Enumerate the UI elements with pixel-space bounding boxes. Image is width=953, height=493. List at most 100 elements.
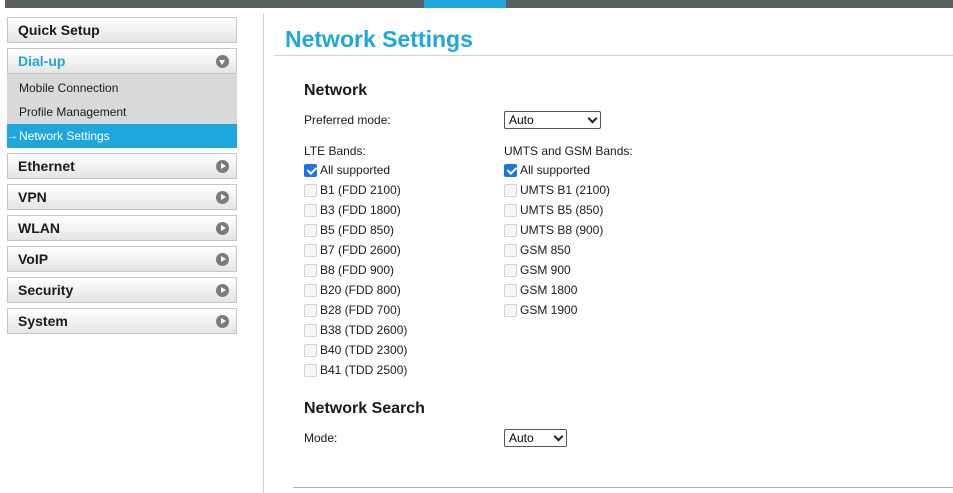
top-bar [0,0,953,8]
checkbox[interactable] [304,223,317,237]
search-mode-select[interactable]: Auto [504,429,567,447]
lte-band-b20: B20 (FDD 800) [304,280,407,300]
umts-band-b5: UMTS B5 (850) [504,200,610,220]
sidebar-item-label: Security [18,282,74,298]
sidebar-divider [263,13,264,493]
chevron-down-icon [216,54,229,68]
umts-gsm-bands-label: UMTS and GSM Bands: [504,144,633,158]
band-label: All supported [320,163,391,177]
band-label: All supported [520,163,591,177]
sidebar-item-wlan[interactable]: WLAN [7,215,237,241]
checkbox[interactable] [304,363,317,377]
checkbox[interactable] [304,323,317,337]
top-bar-gap [0,0,5,8]
checkbox[interactable] [304,283,317,297]
gsm-band-850: GSM 850 [504,240,610,260]
search-mode-value: Auto [509,431,534,445]
section-title-network: Network [304,82,368,99]
sidebar: Quick Setup Dial-up Mobile Connection Pr… [7,17,237,339]
sidebar-item-quick-setup[interactable]: Quick Setup [7,17,237,43]
checkbox[interactable] [304,343,317,357]
band-label: B20 (FDD 800) [320,283,401,297]
band-label: B8 (FDD 900) [320,263,395,277]
sidebar-item-vpn[interactable]: VPN [7,184,237,210]
band-label: B3 (FDD 1800) [320,203,401,217]
checkbox[interactable] [504,303,517,317]
chevron-right-icon [216,314,229,328]
sidebar-item-label: VPN [18,189,47,205]
sidebar-item-label: Quick Setup [18,22,100,38]
lte-band-b41: B41 (TDD 2500) [304,360,407,380]
sidebar-item-security[interactable]: Security [7,277,237,303]
sidebar-item-label: VoIP [18,251,49,267]
submenu-item-label: Profile Management [19,105,127,119]
checkbox[interactable] [304,263,317,277]
lte-band-b8: B8 (FDD 900) [304,260,407,280]
preferred-mode-select[interactable]: Auto [504,111,601,129]
lte-bands-label: LTE Bands: [304,144,366,158]
submenu-item-label: Network Settings [19,129,110,143]
submenu-item-network-settings[interactable]: → Network Settings [7,124,237,148]
checkbox[interactable] [304,303,317,317]
chevron-down-icon [552,430,566,446]
lte-band-b5: B5 (FDD 850) [304,220,407,240]
checkbox[interactable] [504,243,517,257]
checkbox[interactable] [304,183,317,197]
band-label: B38 (TDD 2600) [320,323,408,337]
band-label: GSM 1800 [520,283,578,297]
gsm-band-1900: GSM 1900 [504,300,610,320]
checkbox[interactable] [504,283,517,297]
band-label: GSM 900 [520,263,571,277]
band-label: UMTS B8 (900) [520,223,604,237]
submenu-item-label: Mobile Connection [19,81,119,95]
band-label: B28 (FDD 700) [320,303,401,317]
dial-up-submenu: Mobile Connection Profile Management → N… [7,74,237,148]
checkbox[interactable] [504,203,517,217]
chevron-right-icon [216,190,229,204]
sidebar-item-dial-up[interactable]: Dial-up [7,48,237,74]
arrow-right-icon: → [7,130,18,142]
chevron-down-icon [586,112,600,128]
submenu-item-profile-management[interactable]: Profile Management [7,100,237,124]
band-label: B41 (TDD 2500) [320,363,408,377]
lte-band-b28: B28 (FDD 700) [304,300,407,320]
sidebar-item-voip[interactable]: VoIP [7,246,237,272]
checkbox[interactable] [504,163,517,177]
checkbox[interactable] [304,163,317,177]
sidebar-item-ethernet[interactable]: Ethernet [7,153,237,179]
checkbox[interactable] [504,183,517,197]
lte-band-b7: B7 (FDD 2600) [304,240,407,260]
band-label: B7 (FDD 2600) [320,243,401,257]
lte-band-b1: B1 (FDD 2100) [304,180,407,200]
lte-band-b3: B3 (FDD 1800) [304,200,407,220]
lte-band-all-supported: All supported [304,160,407,180]
umts-gsm-band-list: All supported UMTS B1 (2100) UMTS B5 (85… [504,160,610,320]
top-bar-active-indicator [424,0,506,8]
checkbox[interactable] [504,263,517,277]
band-label: GSM 1900 [520,303,578,317]
bottom-divider [293,487,953,488]
sidebar-item-label: WLAN [18,220,60,236]
checkbox[interactable] [304,203,317,217]
umts-band-b1: UMTS B1 (2100) [504,180,610,200]
chevron-right-icon [216,159,229,173]
chevron-right-icon [216,283,229,297]
sidebar-item-system[interactable]: System [7,308,237,334]
checkbox[interactable] [304,243,317,257]
submenu-item-mobile-connection[interactable]: Mobile Connection [7,76,237,100]
lte-band-b38: B38 (TDD 2600) [304,320,407,340]
sidebar-item-label: System [18,313,68,329]
sidebar-item-label: Dial-up [18,53,66,69]
umts-band-b8: UMTS B8 (900) [504,220,610,240]
band-label: GSM 850 [520,243,571,257]
sidebar-item-label: Ethernet [18,158,75,174]
title-divider [274,55,953,56]
checkbox[interactable] [504,223,517,237]
section-title-network-search: Network Search [304,400,425,417]
preferred-mode-value: Auto [509,113,534,127]
page-title: Network Settings [285,26,473,52]
lte-band-list: All supported B1 (FDD 2100) B3 (FDD 1800… [304,160,407,380]
preferred-mode-label: Preferred mode: [304,113,391,127]
band-label: UMTS B5 (850) [520,203,604,217]
band-label: B1 (FDD 2100) [320,183,401,197]
